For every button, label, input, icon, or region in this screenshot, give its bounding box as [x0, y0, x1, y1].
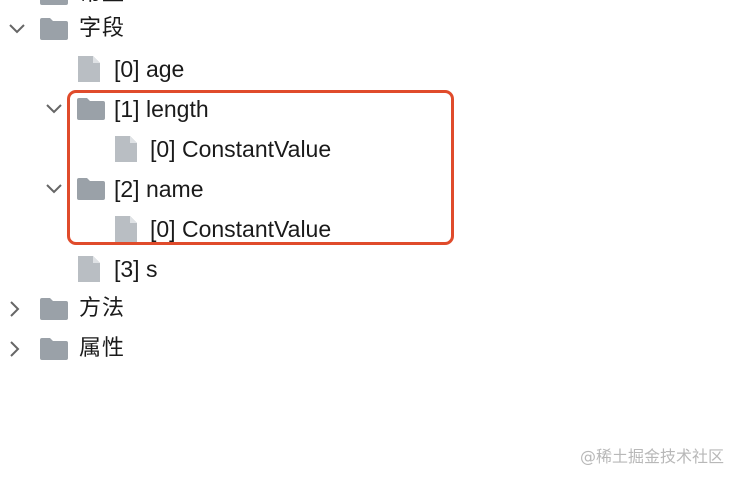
- chevron-down-icon[interactable]: [6, 0, 28, 5]
- tree-label: 属性: [79, 336, 126, 361]
- chevron-right-icon[interactable]: [4, 298, 26, 320]
- highlight-box: [67, 90, 454, 245]
- tree-row-fields[interactable]: 字段: [0, 13, 300, 45]
- watermark: @稀土掘金技术社区: [579, 447, 724, 466]
- file-icon: [78, 256, 100, 282]
- chevron-down-icon[interactable]: [43, 98, 65, 120]
- chevron-down-icon[interactable]: [6, 18, 28, 40]
- chevron-right-icon[interactable]: [4, 338, 26, 360]
- folder-icon: [40, 298, 68, 320]
- tree-label: 常量: [79, 0, 125, 10]
- tree-view: 常量 字段 [0] age [1] length [0]: [0, 0, 738, 480]
- file-icon: [78, 56, 100, 82]
- folder-icon: [40, 18, 68, 40]
- chevron-down-icon[interactable]: [43, 178, 65, 200]
- folder-icon: [40, 338, 68, 360]
- tree-row-s[interactable]: [3] s: [0, 253, 300, 285]
- folder-icon: [40, 0, 68, 5]
- tree-label: [0] age: [114, 56, 185, 82]
- tree-row-attributes[interactable]: 属性: [0, 333, 300, 365]
- tree-row-age[interactable]: [0] age: [0, 53, 300, 85]
- tree-label: [3] s: [114, 256, 158, 282]
- tree-label: 字段: [79, 16, 126, 41]
- tree-label: 方法: [79, 296, 126, 321]
- tree-row-methods[interactable]: 方法: [0, 293, 300, 325]
- tree-row-partial-top[interactable]: 常量: [0, 0, 300, 10]
